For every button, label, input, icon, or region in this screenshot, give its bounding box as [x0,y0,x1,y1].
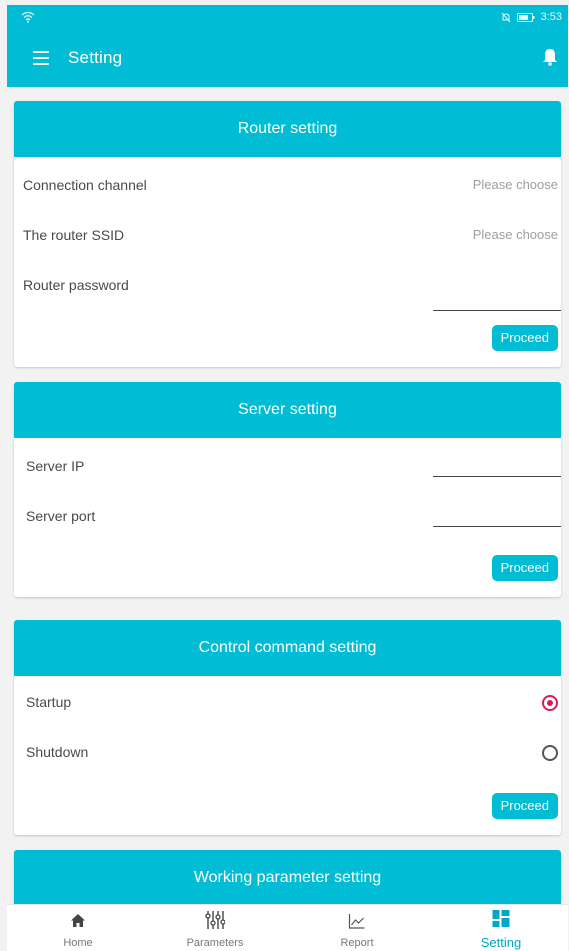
wifi-icon [21,11,35,23]
control-proceed-button[interactable]: Proceed [491,793,558,819]
settings-content[interactable]: Router setting Connection channel Please… [7,87,568,904]
dashboard-icon [492,910,510,927]
line-chart-icon [348,914,365,929]
server-port-input[interactable] [433,526,561,527]
router-proceed-button[interactable]: Proceed [491,325,558,351]
bell-icon[interactable] [542,48,558,66]
status-bar: 3:53 [7,5,568,31]
bottom-navigation: Home Parameters Report Setting [7,904,568,951]
nav-home-label: Home [63,937,93,949]
connection-channel-select[interactable]: Please choose [473,177,558,192]
page-title: Setting [68,48,123,67]
menu-icon[interactable] [33,51,49,65]
router-ssid-label: The router SSID [23,227,125,243]
startup-label: Startup [26,694,72,710]
working-parameter-header: Working parameter setting [14,850,561,904]
startup-radio[interactable] [542,695,558,711]
home-icon [71,914,85,927]
app-bar: Setting [7,31,568,87]
mute-icon [501,12,510,22]
router-password-input[interactable] [433,310,561,311]
nav-report-label: Report [340,937,374,949]
sliders-icon [205,911,225,929]
router-setting-card: Router setting Connection channel Please… [14,101,561,367]
nav-home[interactable]: Home [18,905,138,951]
battery-icon [516,12,535,22]
server-ip-input[interactable] [433,476,561,477]
working-parameter-card: Working parameter setting [14,850,561,904]
connection-channel-label: Connection channel [23,177,147,193]
nav-report[interactable]: Report [297,905,417,951]
nav-parameters-label: Parameters [186,937,244,949]
server-setting-card: Server setting Server IP Server port Pro… [14,382,561,597]
router-password-label: Router password [23,277,129,293]
shutdown-label: Shutdown [26,744,89,760]
status-right: 3:53 [501,11,562,23]
control-command-card: Control command setting Startup Shutdown… [14,620,561,835]
shutdown-radio[interactable] [542,745,558,761]
nav-setting-label: Setting [480,935,522,950]
control-command-header: Control command setting [14,620,561,676]
server-proceed-button[interactable]: Proceed [491,555,558,581]
nav-parameters[interactable]: Parameters [155,905,275,951]
nav-setting[interactable]: Setting [441,905,561,951]
router-setting-header: Router setting [14,101,561,157]
server-setting-header: Server setting [14,382,561,438]
status-time: 3:53 [540,11,562,23]
server-port-label: Server port [26,508,96,524]
server-ip-label: Server IP [26,458,85,474]
router-ssid-select[interactable]: Please choose [473,227,558,242]
